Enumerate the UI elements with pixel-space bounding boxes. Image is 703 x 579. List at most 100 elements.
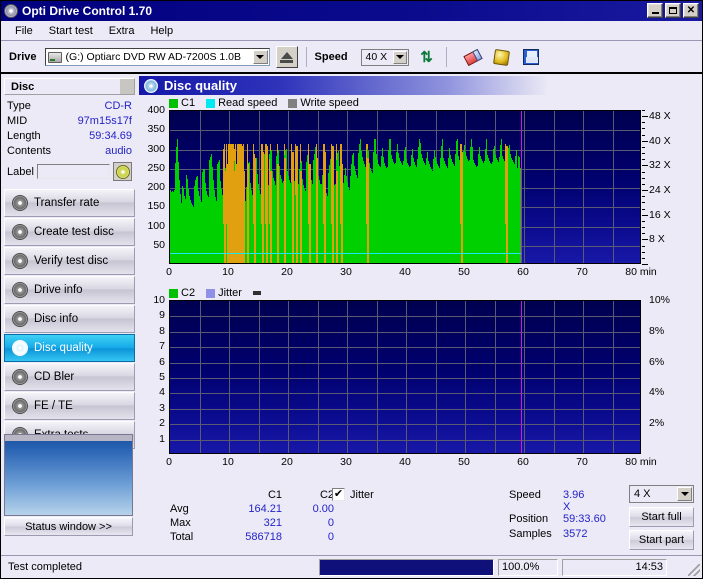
gold-disc-icon <box>493 48 511 66</box>
menu-item-start-test[interactable]: Start test <box>41 23 101 39</box>
chevron-down-icon[interactable] <box>252 50 268 64</box>
menu-bar: File Start test Extra Help <box>1 21 702 41</box>
menu-item-help[interactable]: Help <box>142 23 181 39</box>
cd-icon <box>115 164 130 179</box>
left-panel: Disc Type CD-R MID 97m15s17f Length 59:3… <box>1 76 138 543</box>
chevron-down-icon[interactable] <box>392 50 407 64</box>
disc-icon <box>12 398 28 414</box>
toolbar-divider <box>305 47 307 67</box>
status-preview-box <box>4 434 133 516</box>
disc-label-button[interactable] <box>113 162 132 181</box>
sidebar-label-verify-test-disc: Verify test disc <box>34 255 109 267</box>
window-title: Opti Drive Control 1.70 <box>22 4 153 18</box>
disc-type-value: CD-R <box>104 100 133 112</box>
page-title: Disc quality <box>164 78 237 93</box>
disc-icon <box>12 282 28 298</box>
gridline-vertical <box>583 111 584 263</box>
disc-row-type: Type CD-R <box>7 99 132 114</box>
legend-swatch-read-speed <box>206 98 216 108</box>
disc-length-value: 59:34.69 <box>89 130 132 142</box>
title-bar: Opti Drive Control 1.70 ✕ <box>1 1 702 21</box>
disc-panel-title: Disc <box>11 80 35 93</box>
eject-icon <box>280 51 293 59</box>
maximize-button[interactable] <box>665 3 681 18</box>
save-button[interactable] <box>520 46 542 68</box>
refresh-button[interactable]: ⇅ <box>416 46 438 68</box>
disc-icon <box>12 224 28 240</box>
sidebar-label-disc-quality: Disc quality <box>34 342 93 354</box>
disc-row-length: Length 59:34.69 <box>7 129 132 144</box>
sidebar-label-cd-bler: CD Bler <box>34 371 75 383</box>
gridline-horizontal <box>170 130 640 131</box>
disc-info-body: Type CD-R MID 97m15s17f Length 59:34.69 … <box>7 99 132 181</box>
disc-icon <box>12 340 28 356</box>
disc-icon <box>12 369 28 385</box>
minimize-button[interactable] <box>647 3 663 18</box>
toolbar-divider-2 <box>445 47 447 67</box>
legend-label-c1: C1 <box>181 97 196 109</box>
disc-panel-header: Disc <box>4 78 135 95</box>
disc-length-key: Length <box>7 130 41 142</box>
disc-quality-header: Disc quality <box>139 76 549 95</box>
legend-label-read-speed: Read speed <box>218 97 278 109</box>
disc-row-mid: MID 97m15s17f <box>7 114 132 129</box>
gridline-vertical <box>554 111 555 263</box>
sidebar-item-disc-info[interactable]: Disc info <box>4 305 135 333</box>
sidebar-label-disc-info: Disc info <box>34 313 79 325</box>
sidebar-item-fe-te[interactable]: FE / TE <box>4 392 135 420</box>
c1-plot-area[interactable] <box>169 110 641 264</box>
disc-contents-key: Contents <box>7 145 52 157</box>
drive-select-value: (G:) Optiarc DVD RW AD-7200S 1.0B <box>65 51 241 63</box>
disc-row-contents: Contents audio <box>7 144 132 159</box>
disc-icon <box>12 195 28 211</box>
gridline-vertical <box>613 111 614 263</box>
sidebar-item-transfer-rate[interactable]: Transfer rate <box>4 189 135 217</box>
sidebar-item-cd-bler[interactable]: CD Bler <box>4 363 135 391</box>
sidebar-label-fe-te: FE / TE <box>34 400 73 412</box>
disc-mid-key: MID <box>7 115 28 127</box>
disc-icon <box>12 311 28 327</box>
legend-swatch-write-speed <box>288 98 298 108</box>
sidebar-label-drive-info: Drive info <box>34 284 83 296</box>
erase-button[interactable] <box>462 46 484 68</box>
save-icon <box>522 49 539 65</box>
disc-icon <box>12 253 28 269</box>
app-window: Opti Drive Control 1.70 ✕ File Start tes… <box>0 0 703 579</box>
disc-type-key: Type <box>7 100 31 112</box>
disc-icon <box>4 4 18 18</box>
status-window-button[interactable]: Status window >> <box>4 517 133 536</box>
close-button[interactable]: ✕ <box>683 3 699 18</box>
speed-label: Speed <box>314 51 348 63</box>
drive-label: Drive <box>9 51 37 63</box>
sidebar-item-create-test-disc[interactable]: Create test disc <box>4 218 135 246</box>
sidebar-item-drive-info[interactable]: Drive info <box>4 276 135 304</box>
disc-label-key: Label <box>7 165 34 178</box>
c1-chart[interactable] <box>139 110 702 270</box>
speed-select[interactable]: 40 X <box>360 48 409 66</box>
eraser-icon <box>462 48 483 66</box>
chart1-legend: C1 Read speed Write speed <box>169 97 359 109</box>
gold-disc-button[interactable] <box>491 46 513 68</box>
refresh-icon: ⇅ <box>420 49 433 66</box>
sidebar-label-create-test-disc: Create test disc <box>34 226 114 238</box>
window-controls: ✕ <box>647 3 699 18</box>
menu-item-file[interactable]: File <box>7 23 41 39</box>
drive-toolbar: Drive (G:) Optiarc DVD RW AD-7200S 1.0B … <box>1 42 702 74</box>
sidebar-item-disc-quality[interactable]: Disc quality <box>4 334 135 362</box>
legend-swatch-c1 <box>169 98 178 108</box>
gridline-vertical <box>524 111 525 263</box>
main-panel: Disc quality C1 Read speed Write speed 5… <box>139 76 702 550</box>
eject-button[interactable] <box>275 46 298 68</box>
disc-label-input[interactable] <box>36 164 110 179</box>
sidebar-label-transfer-rate: Transfer rate <box>34 197 100 209</box>
legend-label-write-speed: Write speed <box>300 97 359 109</box>
sidebar-item-verify-test-disc[interactable]: Verify test disc <box>4 247 135 275</box>
sidebar-nav: Transfer rate Create test disc Verify te… <box>4 189 135 449</box>
drive-select[interactable]: (G:) Optiarc DVD RW AD-7200S 1.0B <box>44 48 270 66</box>
panel-grip <box>120 79 134 94</box>
disc-quality-icon <box>144 78 158 93</box>
drive-icon <box>47 51 62 63</box>
disc-label-row: Label <box>7 162 132 181</box>
speed-select-value: 40 X <box>365 51 388 63</box>
menu-item-extra[interactable]: Extra <box>101 23 143 39</box>
